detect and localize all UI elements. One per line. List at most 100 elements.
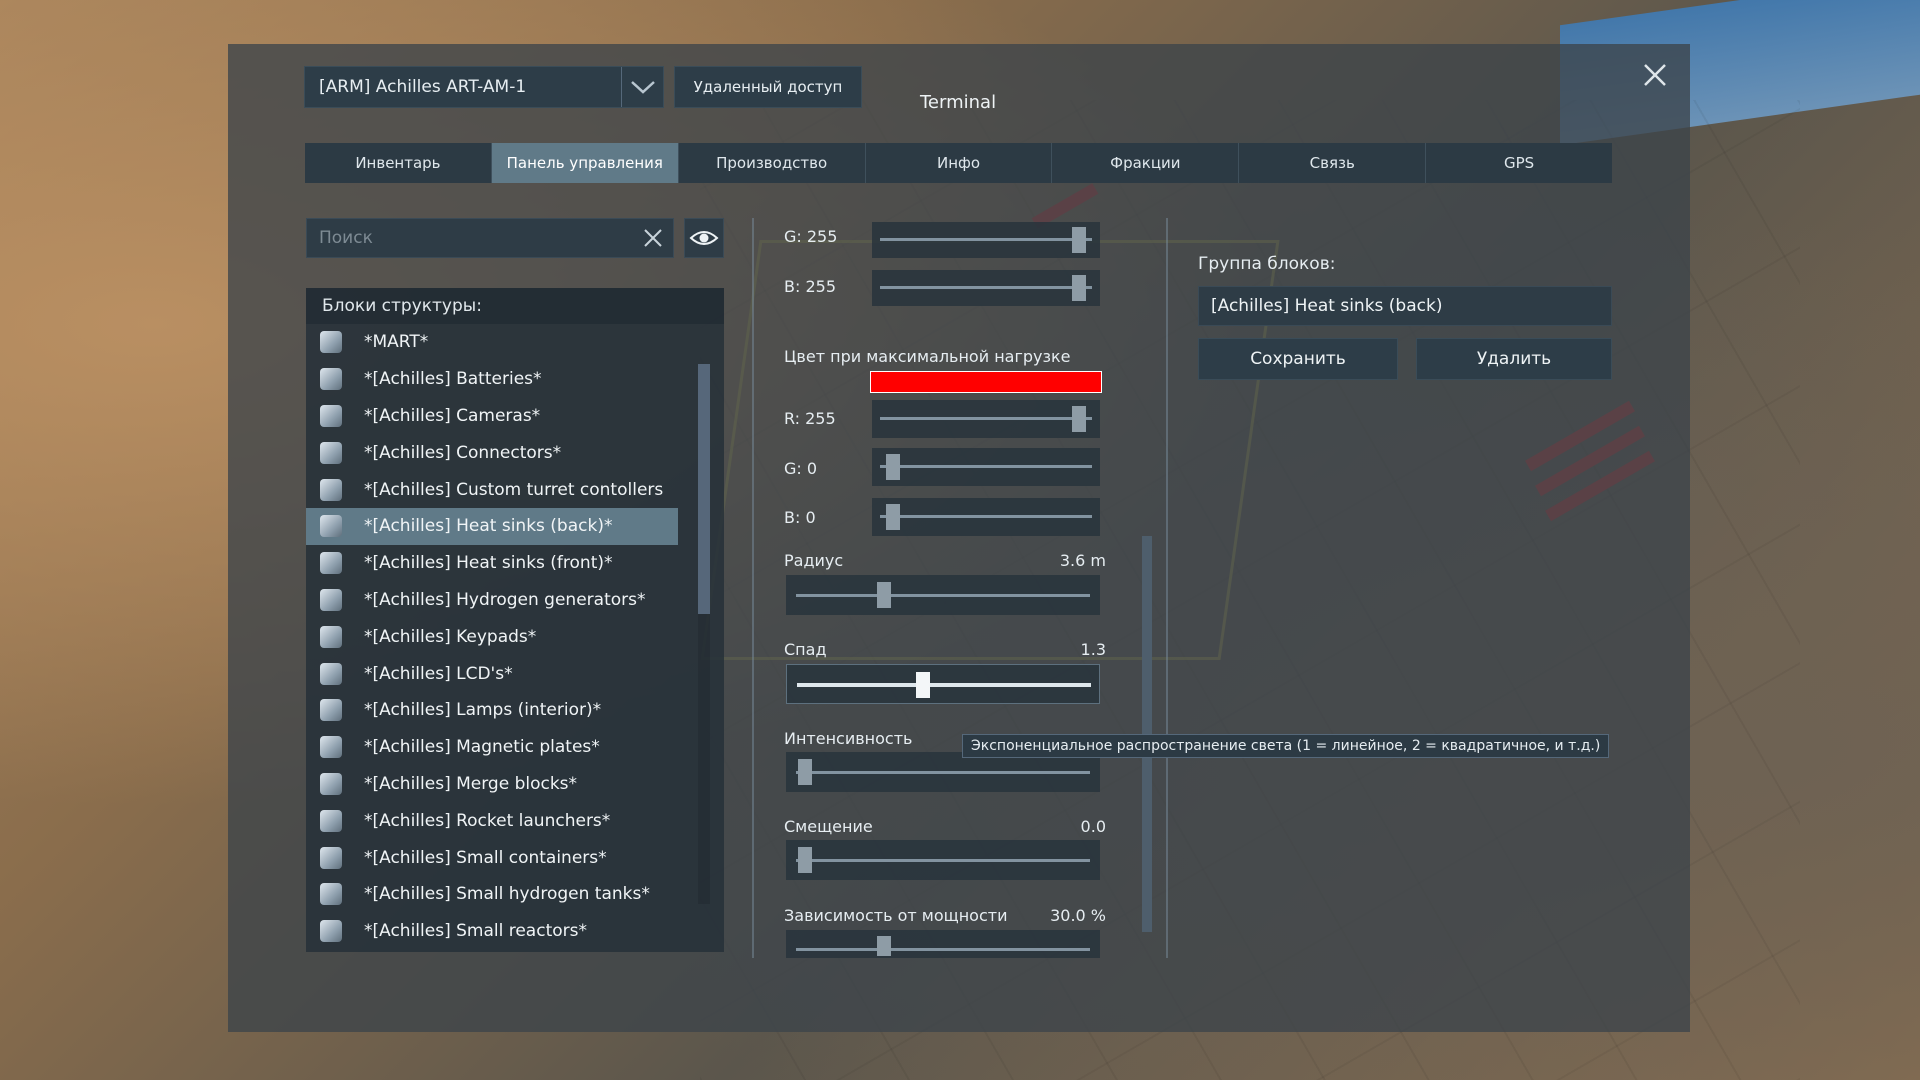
power-dependency-label: Зависимость от мощности bbox=[784, 906, 1008, 925]
max-load-color-label: Цвет при максимальной нагрузке bbox=[784, 347, 1071, 366]
column-divider bbox=[1166, 218, 1168, 958]
list-item-label: *[Achilles] Connectors* bbox=[364, 442, 562, 463]
slider-thumb[interactable] bbox=[877, 936, 892, 956]
tab-inventory[interactable]: Инвентарь bbox=[305, 143, 492, 183]
slider-thumb[interactable] bbox=[886, 454, 900, 480]
lcd-icon bbox=[320, 662, 342, 685]
magnetic-plate-icon bbox=[320, 736, 342, 759]
color-r-label: R: 255 bbox=[784, 409, 836, 428]
list-item-label: *[Achilles] Magnetic plates* bbox=[364, 737, 600, 758]
color-b-slider[interactable] bbox=[872, 270, 1100, 306]
falloff-label: Спад bbox=[784, 640, 827, 659]
offset-value: 0.0 bbox=[1080, 817, 1106, 836]
color-g-slider[interactable] bbox=[872, 448, 1100, 486]
list-item[interactable]: *[Achilles] Small containers* bbox=[306, 839, 678, 876]
keypad-icon bbox=[320, 625, 342, 648]
tab-factions[interactable]: Фракции bbox=[1052, 143, 1240, 183]
list-item[interactable]: *[Achilles] Hydrogen generators* bbox=[306, 582, 678, 619]
hydrogen-generator-icon bbox=[320, 588, 342, 611]
list-item-label: *[Achilles] Hydrogen generators* bbox=[364, 589, 646, 610]
list-item[interactable]: *[Achilles] Connectors* bbox=[306, 434, 678, 471]
color-b-label: B: 255 bbox=[784, 277, 836, 296]
slider-thumb[interactable] bbox=[797, 847, 812, 873]
list-item-label: *[Achilles] Small hydrogen tanks* bbox=[364, 884, 650, 905]
list-item-label: *[Achilles] Small containers* bbox=[364, 847, 607, 868]
list-item[interactable]: *[Achilles] Cameras* bbox=[306, 398, 678, 435]
tab-production[interactable]: Производство bbox=[679, 143, 866, 183]
list-item-label: *[Achilles] Batteries* bbox=[364, 369, 542, 390]
window-title: Terminal bbox=[920, 92, 997, 113]
power-dependency-slider[interactable] bbox=[786, 930, 1100, 958]
falloff-slider[interactable] bbox=[786, 664, 1100, 704]
list-item-label: *MART* bbox=[364, 332, 429, 353]
chevron-down-icon[interactable] bbox=[621, 67, 663, 107]
turret-controller-icon bbox=[320, 478, 342, 501]
reactor-icon bbox=[320, 920, 342, 943]
list-item[interactable]: *[Achilles] Rocket launchers* bbox=[306, 802, 678, 839]
block-list-scrollbar[interactable] bbox=[698, 364, 710, 904]
container-icon bbox=[320, 846, 342, 869]
block-list[interactable]: *MART* *[Achilles] Batteries* *[Achilles] … bbox=[306, 324, 724, 952]
remote-access-button[interactable]: Удаленный доступ bbox=[674, 66, 862, 108]
grid-selector-dropdown[interactable]: [ARM] Achilles ART-AM-1 bbox=[304, 66, 664, 108]
slider-thumb[interactable] bbox=[797, 759, 812, 785]
list-item[interactable]: *[Achilles] Magnetic plates* bbox=[306, 729, 678, 766]
eye-icon bbox=[689, 231, 719, 245]
clear-search-icon[interactable] bbox=[633, 218, 673, 258]
block-group-name-field[interactable]: [Achilles] Heat sinks (back) bbox=[1198, 286, 1612, 326]
color-r-slider[interactable] bbox=[872, 400, 1100, 438]
list-item[interactable]: *[Achilles] Lamps (interior)* bbox=[306, 692, 678, 729]
offset-slider[interactable] bbox=[786, 840, 1100, 880]
list-item[interactable]: *MART* bbox=[306, 324, 678, 361]
list-item[interactable]: *[Achilles] Keypads* bbox=[306, 618, 678, 655]
intensity-slider[interactable] bbox=[786, 752, 1100, 792]
color-b-slider[interactable] bbox=[872, 498, 1100, 536]
list-item-label: *[Achilles] Custom turret contollers bbox=[364, 479, 664, 500]
tab-info[interactable]: Инфо bbox=[866, 143, 1053, 183]
search-input[interactable] bbox=[307, 219, 633, 257]
tab-gps[interactable]: GPS bbox=[1426, 143, 1612, 183]
rocket-launcher-icon bbox=[320, 809, 342, 832]
merge-block-icon bbox=[320, 772, 342, 795]
list-item[interactable]: *[Achilles] Batteries* bbox=[306, 361, 678, 398]
list-item-label: *[Achilles] Rocket launchers* bbox=[364, 810, 611, 831]
delete-group-button[interactable]: Удалить bbox=[1416, 338, 1612, 380]
show-hidden-blocks-button[interactable] bbox=[684, 218, 724, 258]
tab-bar: Инвентарь Панель управления Производство… bbox=[305, 143, 1612, 183]
battery-icon bbox=[320, 368, 342, 391]
slider-thumb[interactable] bbox=[877, 582, 892, 608]
close-icon[interactable] bbox=[1640, 60, 1670, 90]
hydrogen-tank-icon bbox=[320, 883, 342, 906]
tab-comms[interactable]: Связь bbox=[1239, 143, 1427, 183]
intensity-label: Интенсивность bbox=[784, 729, 913, 748]
heat-sink-icon bbox=[320, 552, 342, 575]
list-item[interactable]: *[Achilles] Small reactors* bbox=[306, 913, 678, 950]
list-item[interactable]: *[Achilles] Heat sinks (back)* bbox=[306, 507, 678, 545]
list-item-label: *[Achilles] Merge blocks* bbox=[364, 773, 578, 794]
list-item[interactable]: *[Achilles] Heat sinks (front)* bbox=[306, 545, 678, 582]
search-box bbox=[306, 218, 674, 258]
grid-selector-value: [ARM] Achilles ART-AM-1 bbox=[319, 77, 527, 97]
slider-thumb[interactable] bbox=[1072, 275, 1086, 301]
slider-thumb[interactable] bbox=[886, 504, 900, 530]
slider-thumb[interactable] bbox=[916, 672, 931, 698]
connector-icon bbox=[320, 441, 342, 464]
list-item-label: *[Achilles] LCD's* bbox=[364, 663, 513, 684]
list-item-label: *[Achilles] Cameras* bbox=[364, 405, 541, 426]
list-item[interactable]: *[Achilles] Custom turret contollers bbox=[306, 471, 678, 508]
color-b-label: B: 0 bbox=[784, 508, 816, 527]
list-item[interactable]: *[Achilles] LCD's* bbox=[306, 655, 678, 692]
save-group-button[interactable]: Сохранить bbox=[1198, 338, 1398, 380]
color-g-slider[interactable] bbox=[872, 222, 1100, 258]
falloff-tooltip: Экспоненциальное распространение света (… bbox=[962, 734, 1610, 758]
tab-control-panel[interactable]: Панель управления bbox=[491, 143, 679, 183]
list-item[interactable]: *[Achilles] Small hydrogen tanks* bbox=[306, 876, 678, 913]
list-item[interactable]: *[Achilles] Merge blocks* bbox=[306, 766, 678, 803]
radius-slider[interactable] bbox=[786, 575, 1100, 615]
block-list-panel: Блоки структуры: *MART* *[Achilles] Batte… bbox=[306, 288, 724, 952]
slider-thumb[interactable] bbox=[1072, 406, 1086, 432]
column-divider bbox=[752, 218, 754, 958]
slider-thumb[interactable] bbox=[1072, 227, 1086, 253]
block-list-scrollbar-thumb[interactable] bbox=[698, 364, 710, 614]
radius-value: 3.6 m bbox=[1059, 551, 1106, 570]
